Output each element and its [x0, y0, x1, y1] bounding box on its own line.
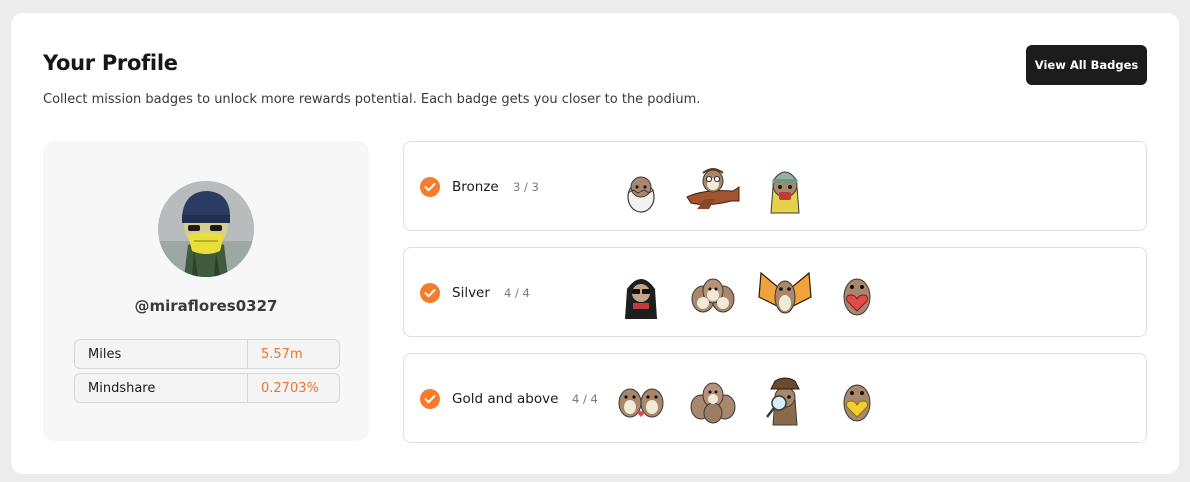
- tier-name: Gold and above: [452, 391, 559, 407]
- stat-value: 0.2703%: [261, 380, 319, 396]
- page-title: Your Profile: [43, 51, 178, 75]
- stat-value: 5.57m: [261, 346, 303, 362]
- view-all-badges-button[interactable]: View All Badges: [1026, 45, 1147, 85]
- tier-count: 4 / 4: [572, 392, 598, 406]
- avatar: [158, 181, 254, 277]
- stat-row-miles: Miles 5.57m: [74, 339, 340, 369]
- profile-card: Your Profile Collect mission badges to u…: [11, 13, 1179, 474]
- tier-name: Silver: [452, 285, 490, 301]
- hooded-owl-badge[interactable]: [611, 263, 671, 323]
- stat-label: Mindshare: [75, 374, 248, 402]
- stat-row-mindshare: Mindshare 0.2703%: [74, 373, 340, 403]
- tier-bronze: Bronze 3 / 3: [403, 141, 1147, 231]
- heart-owl-badge[interactable]: [827, 263, 887, 323]
- tier-name: Bronze: [452, 179, 499, 195]
- egg-owl-badge[interactable]: [611, 157, 671, 217]
- tier-count: 3 / 3: [513, 180, 539, 194]
- detective-owl-badge[interactable]: [755, 369, 815, 429]
- check-icon: [420, 177, 440, 197]
- tier-silver: Silver 4 / 4: [403, 247, 1147, 337]
- owl-group-badge[interactable]: [683, 263, 743, 323]
- stat-label: Miles: [75, 340, 248, 368]
- beanie-owl-badge[interactable]: [755, 157, 815, 217]
- check-icon: [420, 283, 440, 303]
- check-icon: [420, 389, 440, 409]
- page-subtitle: Collect mission badges to unlock more re…: [43, 92, 701, 107]
- airplane-owl-badge[interactable]: [683, 157, 743, 217]
- owl-trio-badge[interactable]: [611, 369, 671, 429]
- tier-gold-and-above: Gold and above 4 / 4: [403, 353, 1147, 443]
- profile-panel: @miraflores0327 Miles 5.57m Mindshare 0.…: [43, 141, 369, 441]
- avatar-image: [158, 181, 254, 277]
- owl-crowd-badge[interactable]: [683, 369, 743, 429]
- butterfly-owl-badge[interactable]: [755, 263, 815, 323]
- gold-heart-owl-badge[interactable]: [827, 369, 887, 429]
- username: @miraflores0327: [134, 297, 278, 315]
- tier-count: 4 / 4: [504, 286, 530, 300]
